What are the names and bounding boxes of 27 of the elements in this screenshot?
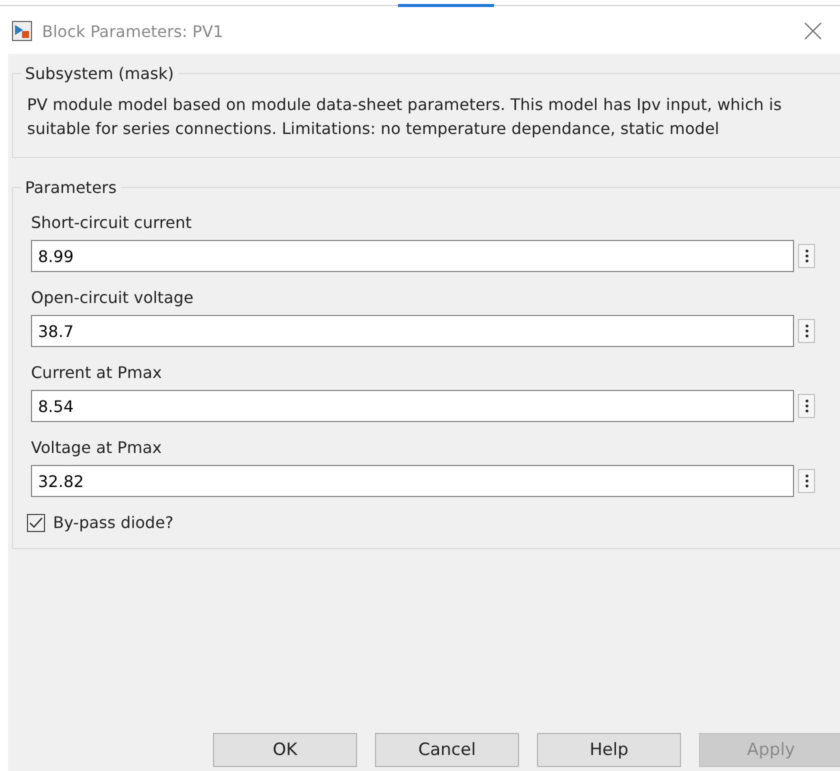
close-icon[interactable] — [804, 22, 822, 40]
more-button[interactable] — [798, 244, 815, 268]
group-title: Parameters — [24, 178, 118, 197]
input-field[interactable]: 8.99 — [31, 240, 794, 272]
group-title: Subsystem (mask) — [24, 64, 175, 83]
dots-icon — [804, 399, 808, 413]
more-button[interactable] — [798, 319, 815, 343]
field-label: Short-circuit current — [31, 213, 193, 232]
input-field[interactable]: 32.82 — [31, 465, 794, 497]
field-label: Current at Pmax — [31, 363, 163, 382]
dots-icon — [804, 249, 808, 263]
field-label: Voltage at Pmax — [31, 438, 163, 457]
field-label: Open-circuit voltage — [31, 288, 194, 307]
input-field[interactable]: 8.54 — [31, 390, 794, 422]
dialog-button[interactable]: Help — [537, 733, 681, 767]
window-title: Block Parameters: PV1 — [42, 22, 224, 40]
more-button[interactable] — [798, 469, 815, 493]
block-icon — [12, 21, 32, 41]
description-text: PV module model based on module data-sheet parameters. This model has Ipv input, which is suitable for series connections. Limitations: no temperature dependance, static model — [27, 94, 783, 140]
dots-icon — [804, 474, 808, 488]
dots-icon — [804, 324, 808, 338]
input-field[interactable]: 38.7 — [31, 315, 794, 347]
dialog-button[interactable]: OK — [213, 733, 357, 767]
dialog-button[interactable]: Cancel — [375, 733, 519, 767]
checkbox-label: By-pass diode? — [53, 513, 174, 532]
checkbox[interactable] — [27, 514, 45, 532]
more-button[interactable] — [798, 394, 815, 418]
